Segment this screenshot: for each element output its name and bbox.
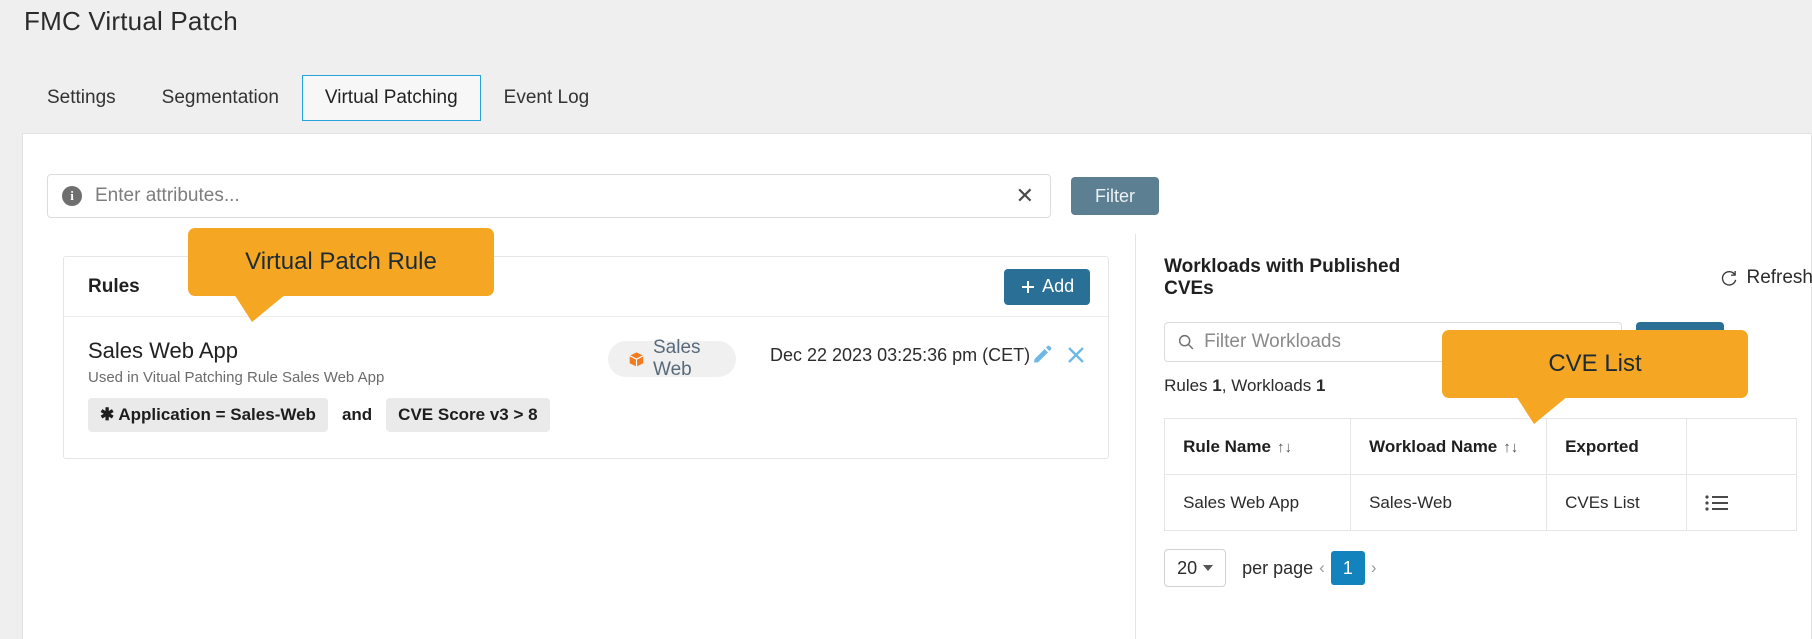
rules-heading: Rules <box>88 275 140 297</box>
cves-list-link[interactable]: CVEs List <box>1546 474 1688 531</box>
per-page-select[interactable]: 20 <box>1164 549 1227 587</box>
plus-icon <box>1022 280 1035 293</box>
rules-count-value: 1 <box>1212 376 1222 395</box>
attributes-placeholder: Enter attributes... <box>95 185 240 206</box>
sort-icon[interactable]: ↑↓ <box>1277 439 1292 456</box>
tab-bar: Settings Segmentation Virtual Patching E… <box>24 75 613 121</box>
workloads-count-value: 1 <box>1315 376 1326 395</box>
tab-event-log[interactable]: Event Log <box>481 75 613 121</box>
prev-page-icon[interactable]: ‹ <box>1313 558 1331 578</box>
callout-virtual-patch-rule: Virtual Patch Rule <box>188 228 494 322</box>
search-icon <box>1178 334 1194 350</box>
workloads-header: Workloads with Published CVEs Refresh <box>1164 256 1812 300</box>
filter-workloads-placeholder: Filter Workloads <box>1204 331 1341 352</box>
tab-segmentation[interactable]: Segmentation <box>139 75 302 121</box>
rules-pane: Rules Add Sales Web App Used in Vitual P… <box>23 234 1135 639</box>
condition-chip-cve-score[interactable]: CVE Score v3 > 8 <box>386 398 550 432</box>
pencil-icon[interactable] <box>1030 343 1054 367</box>
add-rule-label: Add <box>1042 276 1075 296</box>
rule-actions <box>1030 343 1088 367</box>
filter-button[interactable]: Filter <box>1071 177 1159 215</box>
rule-text-block: Sales Web App Used in Vitual Patching Ru… <box>88 337 608 386</box>
table-header-row: Rule Name ↑↓ Workload Name ↑↓ Exported <box>1164 418 1798 475</box>
column-rule-name-label: Rule Name <box>1183 436 1271 456</box>
pagination: 20 per page ‹ 1 › <box>1164 549 1812 587</box>
delete-rule-icon[interactable] <box>1064 343 1088 367</box>
per-page-label: per page <box>1242 557 1314 578</box>
refresh-button[interactable]: Refresh <box>1720 267 1812 289</box>
column-workload-name[interactable]: Workload Name ↑↓ <box>1350 418 1548 475</box>
rule-row[interactable]: Sales Web App Used in Vitual Patching Ru… <box>64 317 1108 392</box>
callout-cve-list-label: CVE List <box>1548 350 1642 377</box>
workloads-table: Rule Name ↑↓ Workload Name ↑↓ Exported Sal… <box>1164 418 1798 531</box>
cell-row-menu[interactable] <box>1686 474 1798 531</box>
list-icon[interactable] <box>1705 494 1729 512</box>
workload-chip[interactable]: Sales Web <box>608 337 736 380</box>
cell-rule-name: Sales Web App <box>1164 474 1352 531</box>
info-icon: i <box>62 186 82 206</box>
tab-settings[interactable]: Settings <box>24 75 139 121</box>
column-actions <box>1686 418 1798 475</box>
column-exported: Exported <box>1546 418 1688 475</box>
app-root: FMC Virtual Patch Settings Segmentation … <box>0 0 1812 639</box>
rules-count-label: Rules <box>1164 376 1208 395</box>
rule-conditions: ✱ Application = Sales-Web and CVE Score … <box>64 392 1108 458</box>
rule-timestamp: Dec 22 2023 03:25:36 pm (CET) <box>770 345 1031 365</box>
sort-icon[interactable]: ↑↓ <box>1503 439 1518 456</box>
page-title: FMC Virtual Patch <box>24 6 238 36</box>
counts-separator: , <box>1221 376 1232 395</box>
filter-bar: i Enter attributes... ✕ Filter <box>47 174 1159 218</box>
workload-chip-label: Sales Web <box>653 337 701 380</box>
refresh-icon <box>1722 270 1737 286</box>
column-rule-name[interactable]: Rule Name ↑↓ <box>1164 418 1352 475</box>
table-row[interactable]: Sales Web App Sales-Web CVEs List <box>1164 474 1798 531</box>
callout-virtual-patch-rule-label: Virtual Patch Rule <box>245 248 437 275</box>
workloads-count-label: Workloads <box>1231 376 1312 395</box>
workloads-pane: Workloads with Published CVEs Refresh Fi… <box>1136 234 1812 639</box>
refresh-label: Refresh <box>1746 267 1812 288</box>
attributes-input[interactable]: i Enter attributes... ✕ <box>47 174 1051 218</box>
callout-tail <box>234 294 286 322</box>
condition-conjunction: and <box>341 405 373 424</box>
cube-icon <box>629 351 644 367</box>
page-number-1[interactable]: 1 <box>1330 551 1365 585</box>
next-page-icon[interactable]: › <box>1365 558 1383 578</box>
rule-subtitle: Used in Vitual Patching Rule Sales Web A… <box>88 369 385 386</box>
add-rule-button[interactable]: Add <box>1004 268 1091 305</box>
callout-tail <box>1516 396 1568 424</box>
per-page-value: 20 <box>1177 557 1198 578</box>
chevron-down-icon <box>1203 565 1214 571</box>
callout-cve-list: CVE List <box>1442 330 1748 424</box>
workloads-heading: Workloads with Published CVEs <box>1164 256 1401 299</box>
rule-name: Sales Web App <box>88 338 239 363</box>
cell-workload-name: Sales-Web <box>1350 474 1548 531</box>
clear-attributes-icon[interactable]: ✕ <box>1012 185 1038 207</box>
column-workload-name-label: Workload Name <box>1369 436 1498 456</box>
condition-chip-application[interactable]: ✱ Application = Sales-Web <box>88 398 328 432</box>
tab-virtual-patching[interactable]: Virtual Patching <box>301 75 481 121</box>
